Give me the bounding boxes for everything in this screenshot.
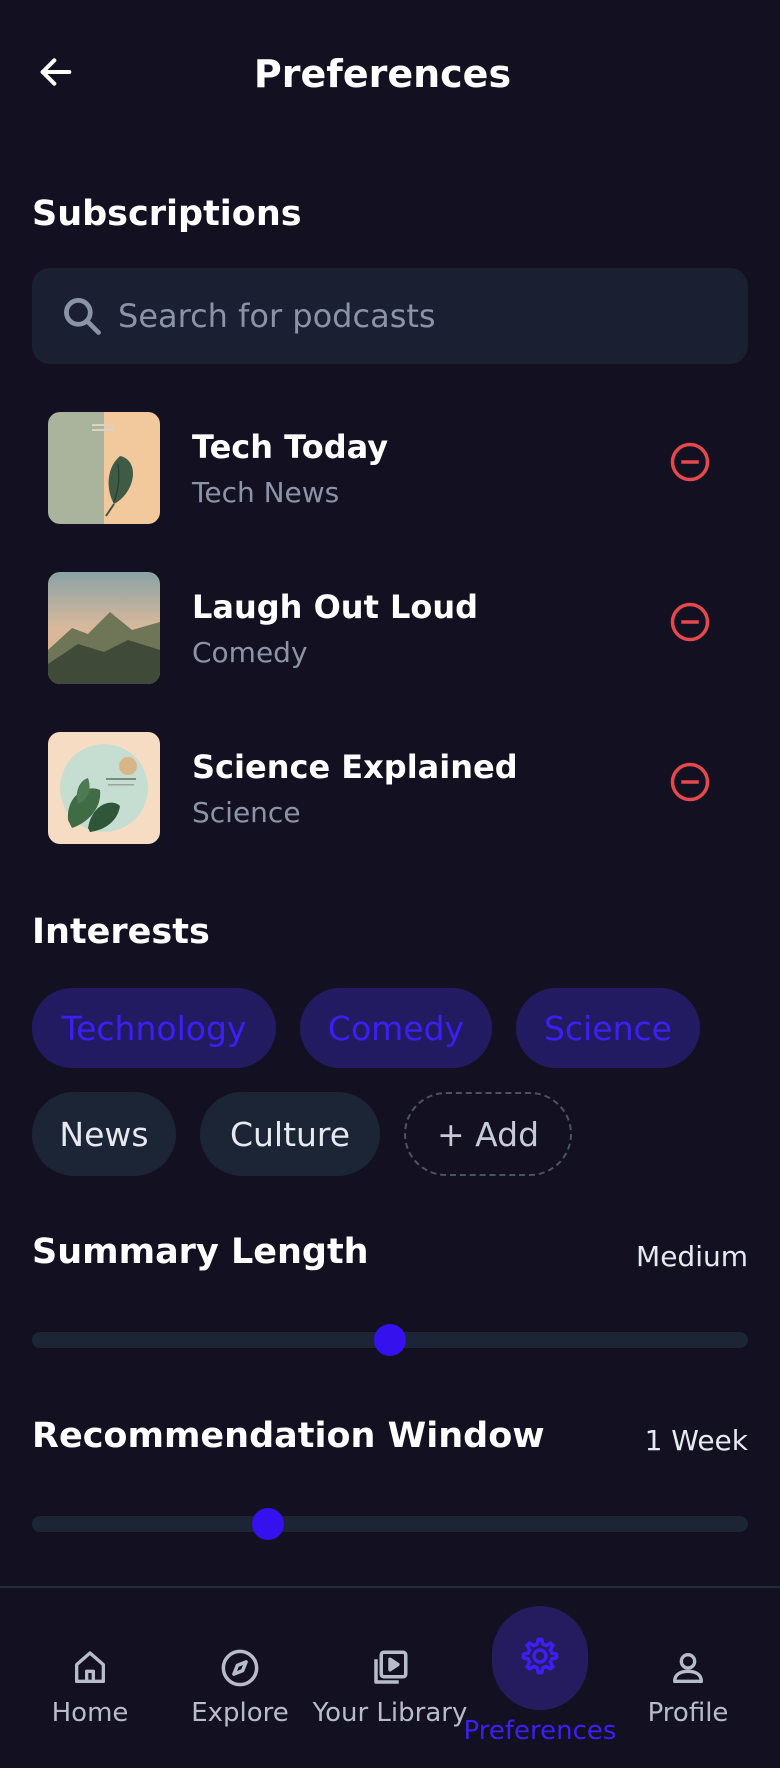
podcast-title: Laugh Out Loud (192, 588, 479, 626)
remove-subscription-button[interactable] (668, 440, 712, 484)
recommendation-window-value: 1 Week (644, 1424, 748, 1457)
nav-item-preferences[interactable]: Preferences (460, 1588, 620, 1768)
library-play-icon (369, 1644, 411, 1692)
interest-chip-news[interactable]: News (32, 1092, 176, 1176)
add-interest-button[interactable]: + Add (404, 1092, 572, 1176)
bottom-navigation: Home Explore Your Library Preferences Pr… (0, 1586, 780, 1768)
summary-length-value: Medium (636, 1240, 748, 1273)
subscription-item-tech-today[interactable]: Tech Today Tech News (48, 412, 748, 524)
interest-chip-technology[interactable]: Technology (32, 988, 276, 1068)
home-icon (70, 1644, 110, 1692)
interest-chip-comedy[interactable]: Comedy (300, 988, 492, 1068)
subscription-item-laugh-out-loud[interactable]: Laugh Out Loud Comedy (48, 572, 748, 684)
interests-heading: Interests (32, 912, 210, 952)
page-title: Preferences (253, 52, 512, 96)
search-field[interactable] (32, 268, 748, 364)
nav-label: Explore (191, 1698, 289, 1728)
minus-circle-icon (670, 442, 710, 482)
summary-length-slider[interactable] (32, 1324, 748, 1356)
nav-item-explore[interactable]: Explore (180, 1588, 300, 1768)
podcast-category: Comedy (192, 636, 308, 669)
podcast-category: Tech News (192, 476, 340, 509)
interest-chip-culture[interactable]: Culture (200, 1092, 380, 1176)
podcast-cover-image (48, 412, 160, 524)
podcast-title: Tech Today (192, 428, 389, 466)
nav-label: Profile (647, 1698, 729, 1728)
person-icon (668, 1644, 708, 1692)
minus-circle-icon (670, 602, 710, 642)
interest-chip-science[interactable]: Science (516, 988, 700, 1068)
subscriptions-heading: Subscriptions (32, 194, 302, 234)
nav-item-profile[interactable]: Profile (628, 1588, 748, 1768)
recommendation-window-slider[interactable] (32, 1508, 748, 1540)
remove-subscription-button[interactable] (668, 600, 712, 644)
subscription-item-science-explained[interactable]: Science Explained Science (48, 732, 748, 844)
podcast-cover-image (48, 732, 160, 844)
recommendation-window-slider-thumb[interactable] (252, 1508, 285, 1540)
gear-icon (519, 1632, 561, 1680)
recommendation-window-label: Recommendation Window (32, 1416, 545, 1456)
search-input[interactable] (118, 297, 718, 335)
top-bar: Preferences (0, 0, 780, 150)
compass-icon (219, 1644, 261, 1692)
nav-label: Home (51, 1698, 129, 1728)
nav-item-home[interactable]: Home (30, 1588, 150, 1768)
podcast-category: Science (192, 796, 301, 829)
nav-label: Your Library (312, 1698, 468, 1728)
summary-length-slider-thumb[interactable] (374, 1324, 406, 1356)
remove-subscription-button[interactable] (668, 760, 712, 804)
summary-length-label: Summary Length (32, 1232, 369, 1272)
podcast-title: Science Explained (192, 748, 518, 786)
minus-circle-icon (670, 762, 710, 802)
nav-label: Preferences (463, 1716, 617, 1746)
nav-item-your-library[interactable]: Your Library (313, 1588, 467, 1768)
podcast-cover-image (48, 572, 160, 684)
search-icon (64, 298, 101, 335)
